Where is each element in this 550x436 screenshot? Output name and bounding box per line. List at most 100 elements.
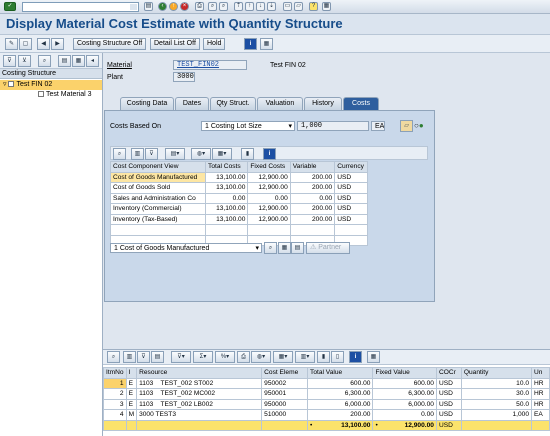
item-filter-icon[interactable]: ⊽▾ [171, 351, 191, 363]
tab-costing-data[interactable]: Costing Data [120, 97, 174, 110]
column-header[interactable]: Total Costs [205, 161, 249, 173]
grid-filter-icon[interactable]: ⊽ [145, 148, 158, 160]
next-page-icon[interactable]: ↓ [256, 2, 265, 11]
item-subtotal-icon[interactable]: %▾ [215, 351, 235, 363]
item-info-icon[interactable]: i [349, 351, 362, 363]
save-icon[interactable]: ▤ [144, 2, 153, 11]
column-header[interactable]: Fixed Costs [247, 161, 291, 173]
table-row[interactable]: 3 E 1103 TEST_002 LB002 950000 6,000.00 6,000… [103, 398, 550, 410]
expand-icon[interactable]: ⊽ [3, 55, 16, 67]
column-header[interactable]: Variable [289, 161, 336, 173]
column-header[interactable]: Cost Component View [109, 161, 207, 173]
command-field[interactable] [22, 2, 139, 12]
info-icon[interactable]: i [244, 38, 257, 50]
enter-icon[interactable]: ✓ [4, 2, 16, 11]
tree-node-child[interactable]: Test Material 3 [38, 91, 92, 98]
shortcut-icon[interactable]: ▱ [294, 2, 303, 11]
display-change-icon[interactable]: ✎ [5, 38, 18, 50]
collapse-icon[interactable]: ⊻ [18, 55, 31, 67]
item-print-icon[interactable]: ⎙ [237, 351, 250, 363]
item-details-icon[interactable]: ⌕ [107, 351, 120, 363]
column-header[interactable]: I [125, 367, 138, 379]
print-icon[interactable]: ⎙ [195, 2, 204, 11]
table-row[interactable]: Sales and Administration Co 0.00 0.00 0.00 U… [109, 192, 368, 204]
column-header[interactable]: Currency [334, 161, 368, 173]
back-icon[interactable]: ‹ [158, 2, 167, 11]
cell: 30.0 [460, 388, 533, 400]
view-table-icon[interactable]: ▦ [278, 242, 291, 254]
item-sort-desc-icon[interactable]: ⊽ [137, 351, 150, 363]
item-chart-icon[interactable]: ▮ [317, 351, 330, 363]
cell: 12,900.00 [247, 203, 291, 215]
view-find-icon[interactable]: ⌕ [264, 242, 277, 254]
tab-valuation[interactable]: Valuation [257, 97, 303, 110]
tab-history[interactable]: History [304, 97, 342, 110]
details-icon[interactable]: ⌕ [113, 148, 126, 160]
tree-columns-icon[interactable]: ▤ [58, 55, 71, 67]
layout-menu-icon[interactable]: ▦ [322, 2, 331, 11]
grid-layout-icon[interactable]: ▦▾ [212, 148, 232, 160]
partner-button[interactable]: ⚠ Partner [306, 242, 350, 254]
column-header[interactable]: COCr [435, 367, 462, 379]
item-calendar-icon[interactable]: ▦ [367, 351, 380, 363]
costs-based-on-select[interactable]: 1 Costing Lot Size ▾ [201, 121, 295, 131]
other-object-icon[interactable]: ▢ [19, 38, 32, 50]
grid-graph-icon[interactable]: ▮ [241, 148, 254, 160]
next-icon[interactable]: ▶ [51, 38, 64, 50]
table-row[interactable]: 2 E 1103 TEST_002 MC002 950001 6,300.00 6,300… [103, 388, 550, 400]
item-find-icon[interactable]: ▤ [151, 351, 164, 363]
find-icon[interactable]: ⌕ [208, 2, 217, 11]
table-row[interactable]: 1 E 1103 TEST_002 ST002 950002 600.00 600.00 U… [103, 377, 550, 389]
tree-layout-icon[interactable]: ▦ [72, 55, 85, 67]
item-sum-icon[interactable]: Σ▾ [193, 351, 213, 363]
cancel-icon[interactable]: × [180, 2, 189, 11]
help-icon[interactable]: ? [309, 2, 318, 11]
column-header[interactable]: Quantity [460, 367, 533, 379]
table-row[interactable]: Inventory (Tax-Based) 13,100.00 12,900.00 2… [109, 213, 368, 225]
tab-dates[interactable]: Dates [175, 97, 209, 110]
table-row[interactable]: Cost of Goods Manufactured 13,100.00 12,90… [109, 171, 368, 183]
item-sort-asc-icon[interactable]: ▥ [123, 351, 136, 363]
table-row[interactable]: Cost of Goods Sold 13,100.00 12,900.00 200.… [109, 182, 368, 194]
item-layout-icon[interactable]: ▦▾ [273, 351, 293, 363]
costing-structure-off-button[interactable]: Costing Structure Off [73, 38, 147, 50]
view-tree-icon[interactable]: ▤ [291, 242, 304, 254]
prev-page-icon[interactable]: ↑ [245, 2, 254, 11]
unit-field[interactable]: EA [371, 121, 385, 131]
plant-field[interactable]: 3000 [173, 72, 195, 82]
table-row[interactable]: 4 M 3000 TEST3 510000 200.00 0.00 USD 1,000 EA [103, 409, 550, 421]
detail-list-off-button[interactable]: Detail List Off [150, 38, 200, 50]
column-header[interactable]: Resource [136, 367, 263, 379]
grid-find-icon[interactable]: ▥ [131, 148, 144, 160]
calendar-icon[interactable]: ▦ [260, 38, 273, 50]
column-header[interactable]: Total Value [307, 367, 374, 379]
column-header[interactable]: ItmNo [103, 367, 127, 379]
item-export-icon[interactable]: ◍▾ [251, 351, 271, 363]
lot-size-field[interactable]: 1,000 [297, 121, 369, 131]
table-row[interactable]: Inventory (Commercial) 13,100.00 12,900.00… [109, 203, 368, 215]
filter-icon[interactable]: ▱ [400, 120, 413, 132]
material-field[interactable]: TEST_FIN02 [173, 60, 247, 70]
first-page-icon[interactable]: ⇡ [234, 2, 243, 11]
column-header[interactable]: Cost Eleme [261, 367, 309, 379]
toggle-icon[interactable]: ○● [414, 121, 424, 130]
last-page-icon[interactable]: ⇣ [267, 2, 276, 11]
grid-info-icon[interactable]: i [263, 148, 276, 160]
hold-button[interactable]: Hold [203, 38, 226, 50]
previous-icon[interactable]: ◀ [37, 38, 50, 50]
tree-settings-icon[interactable]: ◂ [86, 55, 99, 67]
tab-costs[interactable]: Costs [343, 97, 379, 110]
grid-sort-icon[interactable]: ▤▾ [165, 148, 185, 160]
view-select[interactable]: 1 Cost of Goods Manufactured ▾ [110, 243, 262, 253]
item-abc-icon[interactable]: ▯ [331, 351, 344, 363]
exit-icon[interactable]: ↑ [169, 2, 178, 11]
item-graph-icon[interactable]: ▥▾ [295, 351, 315, 363]
tree-find-icon[interactable]: ⌕ [38, 55, 51, 67]
find-next-icon[interactable]: ⌕ [219, 2, 228, 11]
new-session-icon[interactable]: ▭ [283, 2, 292, 11]
tree-node-root[interactable]: ▿ Test FIN 02 [0, 80, 102, 90]
column-header[interactable]: Fixed Value [372, 367, 437, 379]
tab-qty-struct[interactable]: Qty Struct. [210, 97, 256, 110]
grid-export-icon[interactable]: ◍▾ [191, 148, 211, 160]
column-header[interactable]: Un [531, 367, 550, 379]
